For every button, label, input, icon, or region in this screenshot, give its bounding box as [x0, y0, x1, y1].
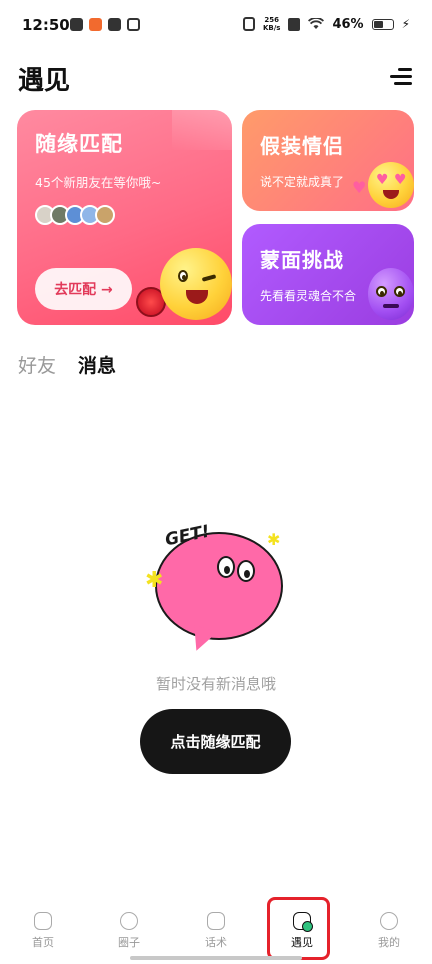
vibrate-icon [242, 17, 255, 31]
heart-icon: ♥ [352, 178, 367, 197]
emoji-eye [376, 286, 387, 297]
nav-label: 我的 [378, 936, 400, 949]
nav-label: 话术 [205, 936, 227, 949]
wifi-icon [308, 18, 325, 29]
tab-messages[interactable]: 消息 [78, 351, 116, 378]
profile-icon [380, 912, 398, 930]
message-tabs: 好友 消息 [18, 351, 116, 378]
nav-scripts[interactable]: 话术 [186, 912, 246, 950]
mail-notification-icon [70, 18, 83, 31]
bubble-eye [217, 556, 235, 578]
sparkle-icon: ✱ [145, 568, 164, 593]
home-indicator[interactable] [130, 956, 302, 960]
random-match-cta-button[interactable]: 点击随缘匹配 [140, 709, 291, 774]
go-match-button[interactable]: 去匹配 → [35, 268, 132, 310]
bottom-nav: 首页 圈子 话术 遇见 我的 [0, 900, 432, 964]
page-title: 遇见 [18, 66, 71, 96]
winking-emoji-icon [160, 248, 232, 320]
no-sim-icon [288, 17, 301, 31]
nav-home[interactable]: 首页 [13, 912, 73, 950]
devil-emoji-icon [368, 268, 414, 320]
circle-icon [120, 912, 138, 930]
sparkle-icon: ✱ [267, 530, 281, 549]
emoji-eye [178, 270, 188, 282]
book-icon [207, 912, 225, 930]
menu-icon[interactable] [390, 68, 412, 86]
network-speed-unit: KB/s [262, 24, 281, 32]
nav-circle[interactable]: 圈子 [99, 912, 159, 950]
network-speed: 256 KB/s [263, 16, 280, 32]
battery-icon [371, 18, 394, 30]
app-notification-icon [89, 18, 102, 31]
link-notification-icon [127, 18, 140, 31]
charging-icon: ⚡ [401, 17, 410, 31]
heart-eyes-emoji-icon: ♥ ♥ [368, 162, 414, 208]
masked-challenge-title: 蒙面挑战 [260, 248, 344, 272]
battery-percent: 46% [332, 16, 364, 32]
emoji-eye [394, 286, 405, 297]
status-time: 12:50 [22, 16, 70, 34]
nav-highlight-box [267, 897, 330, 960]
avatar [95, 205, 115, 225]
nav-label: 首页 [32, 936, 54, 949]
masked-challenge-subtitle: 先看看灵魂合不合 [260, 289, 357, 303]
empty-state-message: 暂时没有新消息哦 [155, 675, 276, 693]
tab-friends[interactable]: 好友 [18, 351, 56, 378]
nav-label: 圈子 [118, 936, 140, 949]
status-right: 256 KB/s 46% ⚡ [242, 16, 410, 32]
status-bar: 12:50 256 KB/s 46% ⚡ [0, 0, 432, 52]
home-icon [34, 912, 52, 930]
fake-couple-subtitle: 说不定就成真了 [260, 175, 345, 189]
empty-state-illustration: GET! ✱ ✱ [145, 520, 295, 656]
random-match-title: 随缘匹配 [35, 132, 123, 156]
bubble-eye [237, 560, 255, 582]
random-match-subtitle: 45个新朋友在等你哦~ [35, 175, 162, 190]
network-speed-value: 256 [264, 16, 279, 24]
play-notification-icon [108, 18, 121, 31]
nav-profile[interactable]: 我的 [359, 912, 419, 950]
status-notification-icons [70, 18, 140, 31]
fake-couple-title: 假装情侣 [260, 134, 344, 158]
avatar-group [35, 205, 115, 225]
